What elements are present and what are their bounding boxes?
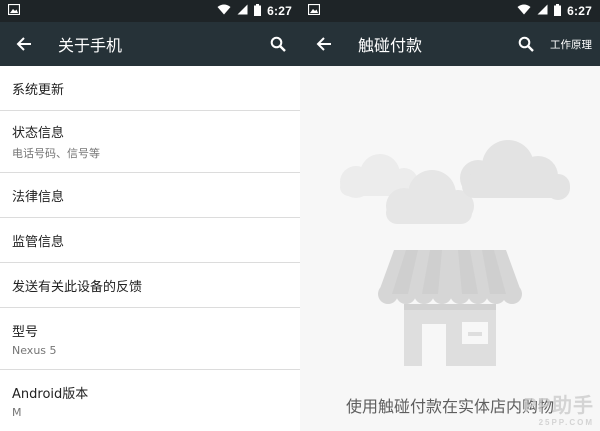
page-title: 关于手机 <box>58 36 123 55</box>
status-time: 6:27 <box>267 4 292 18</box>
app-bar: 触碰付款 工作原理 <box>300 22 600 66</box>
watermark-sub: 25PP.COM <box>538 418 594 427</box>
signal-icon <box>237 4 248 18</box>
battery-icon <box>554 3 562 19</box>
list-item-system-update[interactable]: 系统更新 <box>0 66 300 111</box>
store-illustration <box>340 140 570 366</box>
watermark-logo: PP助手 25PP.COM <box>523 389 594 427</box>
cloud-icon <box>460 140 570 200</box>
list-item-title: 系统更新 <box>12 82 65 98</box>
list-item-subtitle: Nexus 5 <box>12 343 57 357</box>
status-bar: 6:27 <box>0 0 300 22</box>
list-item-model[interactable]: 型号 Nexus 5 <box>0 308 300 370</box>
image-icon <box>307 3 321 18</box>
list-item-android-version[interactable]: Android版本 M <box>0 370 300 431</box>
list-item-title: Android版本 <box>12 386 89 402</box>
list-item-title: 法律信息 <box>12 189 65 205</box>
status-time: 6:27 <box>567 4 592 18</box>
store-icon <box>378 250 522 366</box>
list-item-title: 状态信息 <box>12 126 65 141</box>
back-arrow-icon[interactable] <box>310 30 338 58</box>
wifi-icon <box>517 4 531 18</box>
wifi-icon <box>217 4 231 18</box>
signal-icon <box>537 4 548 18</box>
search-icon[interactable] <box>264 30 292 58</box>
how-it-works-button[interactable]: 工作原理 <box>550 37 592 52</box>
list-item-subtitle: M <box>12 405 22 419</box>
list-item-subtitle: 电话号码、信号等 <box>12 147 100 160</box>
tap-and-pay-screen: 6:27 触碰付款 工作原理 使用触碰付款在实体店内购物 PP助手 25PP.C… <box>300 0 600 431</box>
battery-icon <box>254 3 262 19</box>
list-item-legal-info[interactable]: 法律信息 <box>0 173 300 218</box>
list-item-status-info[interactable]: 状态信息 电话号码、信号等 <box>0 111 300 173</box>
back-arrow-icon[interactable] <box>10 30 38 58</box>
app-bar: 关于手机 <box>0 22 300 66</box>
watermark-main: PP助手 <box>523 395 594 417</box>
list-item-title: 监管信息 <box>12 234 65 250</box>
about-phone-screen: 6:27 关于手机 系统更新 状态信息 电话号码、信号等 法律信息 监管信息 发… <box>0 0 300 431</box>
search-icon[interactable] <box>512 30 540 58</box>
image-icon <box>7 3 21 18</box>
settings-list: 系统更新 状态信息 电话号码、信号等 法律信息 监管信息 发送有关此设备的反馈 … <box>0 66 300 431</box>
list-item-regulatory-info[interactable]: 监管信息 <box>0 218 300 263</box>
status-bar: 6:27 <box>300 0 600 22</box>
page-title: 触碰付款 <box>358 36 423 55</box>
list-item-title: 型号 <box>12 324 39 340</box>
list-item-title: 发送有关此设备的反馈 <box>12 279 143 295</box>
list-item-send-feedback[interactable]: 发送有关此设备的反馈 <box>0 263 300 308</box>
